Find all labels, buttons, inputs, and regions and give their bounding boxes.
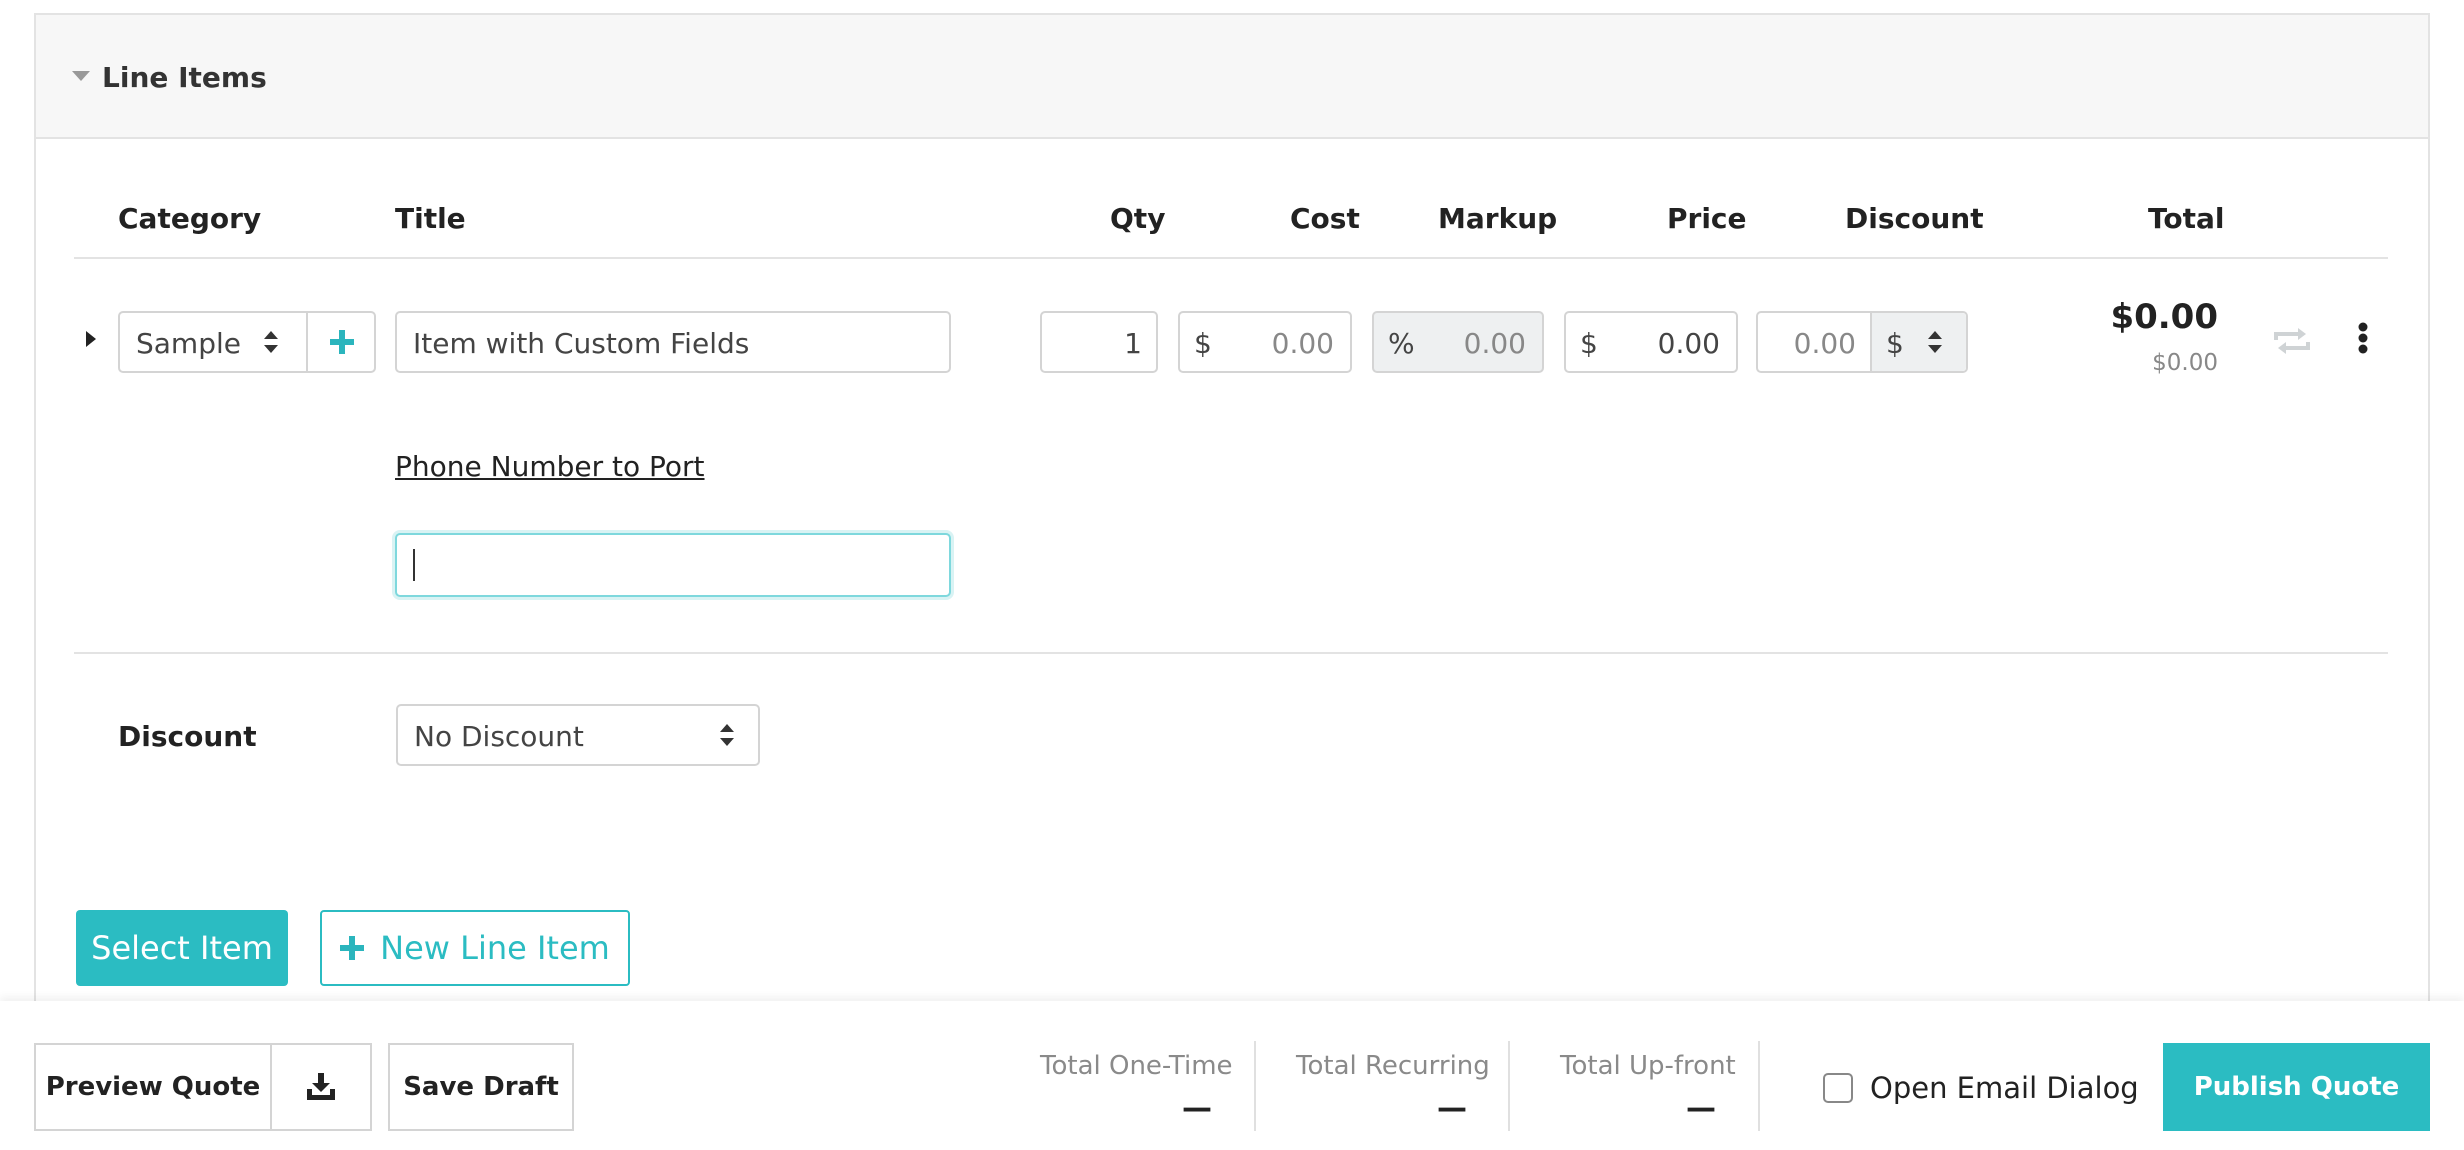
column-header-cost: Cost [1290,202,1360,235]
price-value: 0.00 [1657,327,1720,360]
recurring-icon[interactable] [2272,326,2312,356]
row-divider [74,652,2388,654]
preview-quote-button[interactable]: Preview Quote [34,1043,272,1131]
add-category-plus-icon[interactable] [330,330,354,354]
column-header-discount: Discount [1845,202,1984,235]
new-line-item-label: New Line Item [380,929,610,967]
header-divider [74,257,2388,259]
title-input[interactable]: Item with Custom Fields [395,311,951,373]
preview-quote-label: Preview Quote [45,1072,261,1102]
qty-input[interactable]: 1 [1040,311,1158,373]
total-recurring-label: Total Recurring [1296,1051,1490,1081]
plus-icon [340,936,365,960]
select-item-button[interactable]: Select Item [76,910,288,986]
publish-quote-button[interactable]: Publish Quote [2163,1043,2430,1131]
total-up-front-value: — [1686,1091,1716,1126]
line-items-panel: Line Items [34,13,2430,1001]
markup-percent: % [1388,327,1415,360]
title-value: Item with Custom Fields [413,327,750,360]
column-header-markup: Markup [1438,202,1558,235]
total-one-time-value: — [1182,1091,1212,1126]
price-currency: $ [1580,327,1598,360]
discount-select[interactable]: No Discount [396,704,760,766]
discount-input[interactable]: 0.00 $ [1756,311,1968,373]
total-one-time-label: Total One-Time [1040,1051,1233,1081]
collapse-caret-icon[interactable] [72,71,90,81]
cost-value: 0.00 [1271,327,1334,360]
publish-quote-label: Publish Quote [2193,1072,2400,1102]
column-header-title: Title [395,202,466,235]
select-arrows-icon [264,331,278,353]
discount-type-select[interactable]: $ [1870,313,1966,371]
phone-number-input[interactable] [395,533,951,597]
more-options-icon[interactable] [2357,322,2369,354]
line-total-sub: $0.00 [2152,350,2218,376]
qty-value: 1 [1124,327,1142,360]
select-item-label: Select Item [91,929,273,967]
discount-value: 0.00 [1793,327,1856,360]
total-recurring-value: — [1437,1091,1467,1126]
custom-field-label: Phone Number to Port [395,450,705,483]
text-cursor [413,549,415,581]
quote-footer: Preview Quote Save Draft Total One-Time … [0,1001,2464,1150]
cost-currency: $ [1194,327,1212,360]
section-title: Line Items [102,61,267,94]
open-email-dialog-label[interactable]: Open Email Dialog [1870,1071,2139,1105]
new-line-item-button[interactable]: New Line Item [320,910,630,986]
total-up-front-label: Total Up-front [1560,1051,1736,1081]
line-total: $0.00 [2110,297,2218,337]
markup-input: % 0.00 [1372,311,1544,373]
discount-label: Discount [118,720,257,753]
markup-value: 0.00 [1463,327,1526,360]
download-icon [307,1073,335,1100]
line-items-header[interactable]: Line Items [36,15,2428,139]
category-divider [306,313,308,371]
download-button[interactable] [270,1043,372,1131]
discount-select-value: No Discount [414,720,584,753]
totals-separator [1508,1041,1510,1131]
category-select[interactable]: Sample [118,311,376,373]
price-input[interactable]: $ 0.00 [1564,311,1738,373]
totals-separator [1254,1041,1256,1131]
category-value: Sample [136,327,241,360]
open-email-dialog-checkbox[interactable] [1823,1073,1853,1103]
column-header-total: Total [2148,202,2225,235]
cost-input[interactable]: $ 0.00 [1178,311,1352,373]
column-header-qty: Qty [1110,202,1166,235]
select-arrows-icon [1928,331,1942,353]
column-header-category: Category [118,202,262,235]
discount-type-value: $ [1886,327,1904,360]
column-header-price: Price [1667,202,1747,235]
save-draft-button[interactable]: Save Draft [388,1043,574,1131]
save-draft-label: Save Draft [403,1072,559,1102]
totals-separator [1758,1041,1760,1131]
expand-row-caret-icon[interactable] [86,331,96,347]
select-arrows-icon [720,724,734,746]
